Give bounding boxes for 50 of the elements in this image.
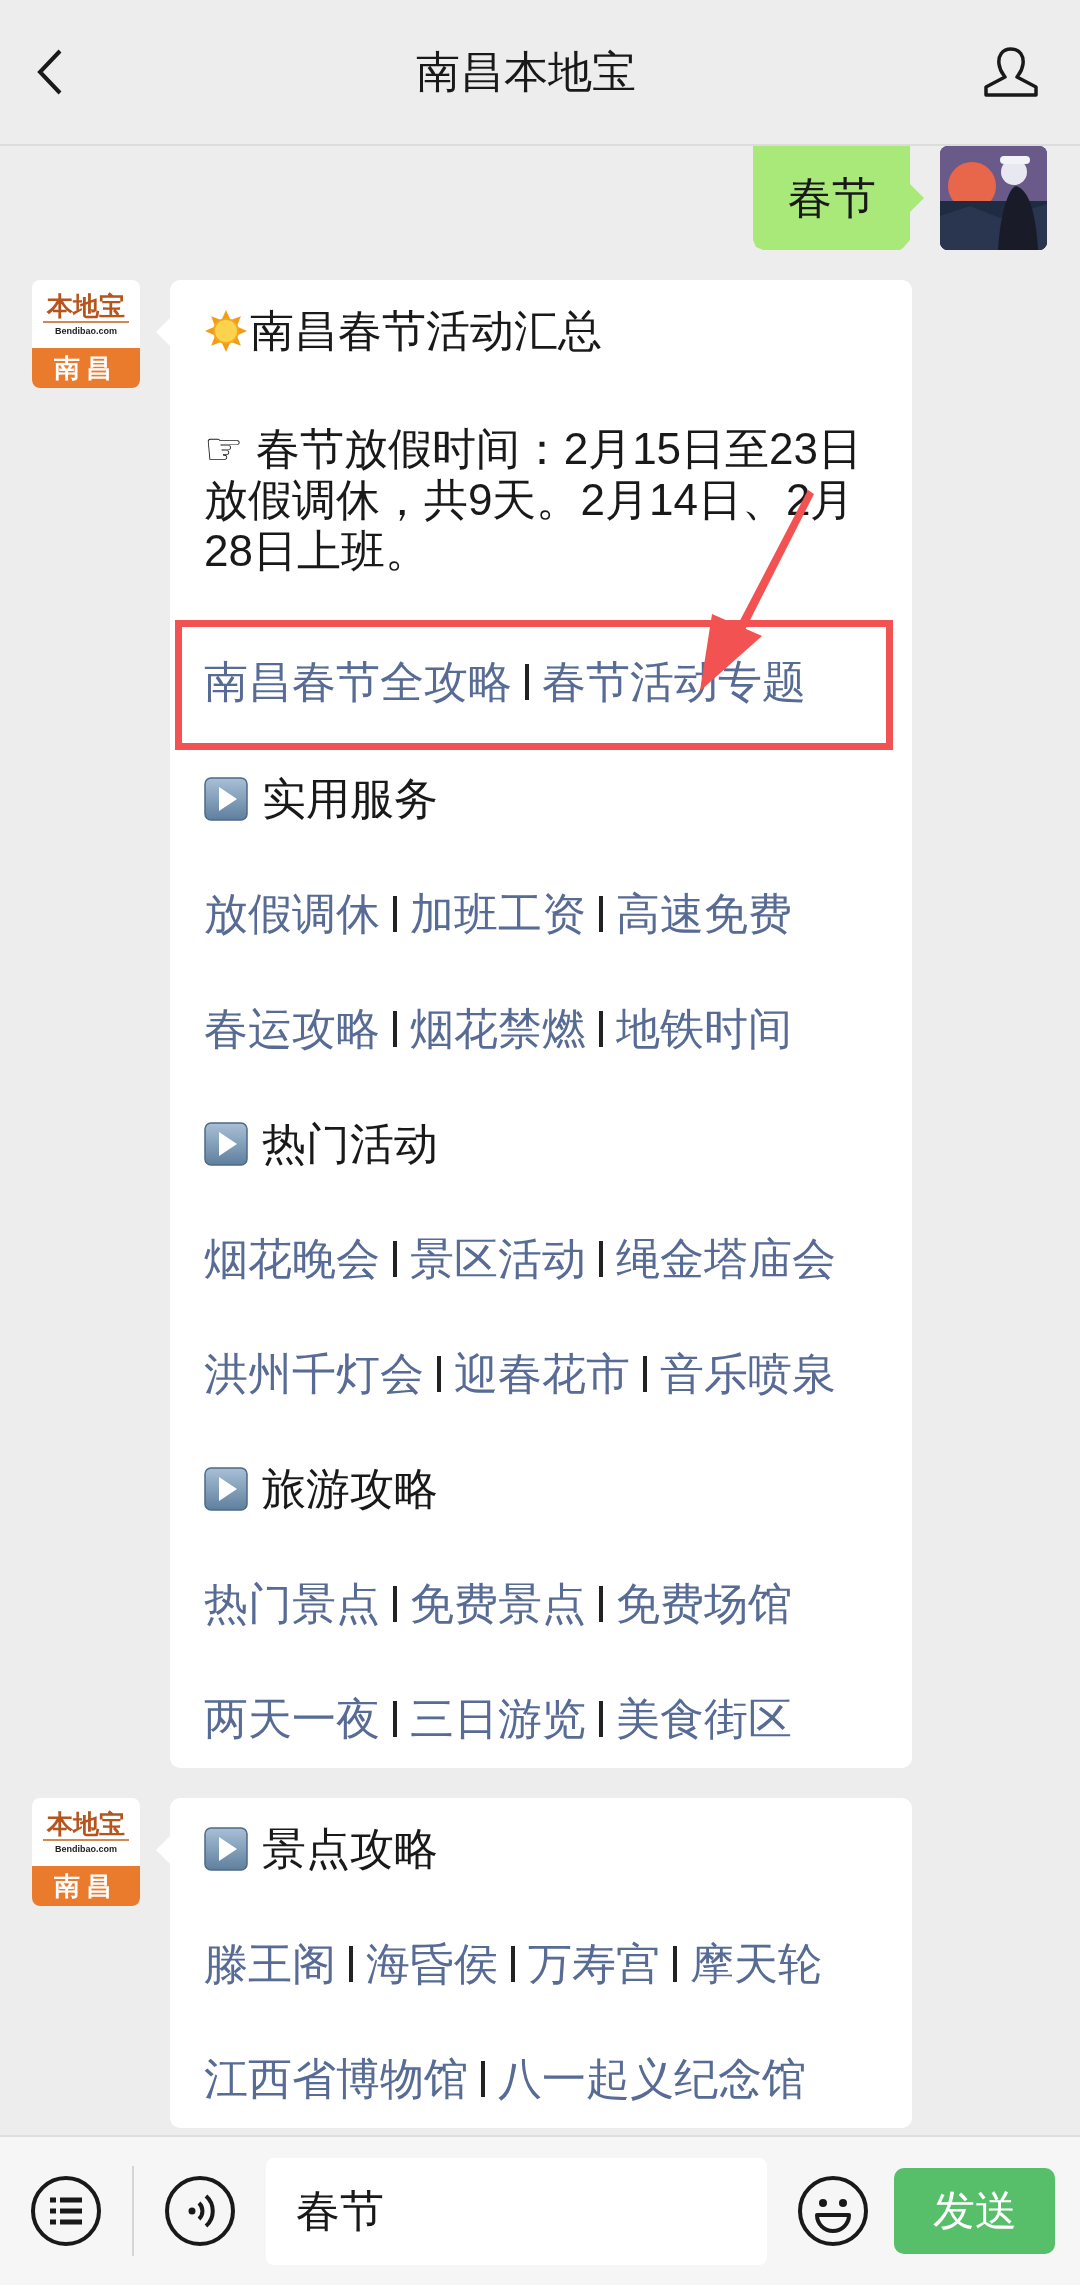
link[interactable]: 三日游览	[410, 1693, 586, 1745]
link[interactable]: 美食街区	[616, 1693, 792, 1745]
voice-icon[interactable]	[164, 2175, 236, 2247]
link[interactable]: 南昌春节全攻略	[204, 656, 512, 708]
link[interactable]: 烟花禁燃	[410, 1003, 586, 1055]
message-bubble: 春节	[753, 146, 924, 250]
profile-icon[interactable]	[982, 45, 1040, 99]
brand-logo[interactable]: 本地宝 Bendibao.com 南昌	[32, 1798, 140, 1906]
section-heading: 实用服务	[262, 773, 438, 825]
link[interactable]: 摩天轮	[690, 1938, 822, 1990]
link[interactable]: 放假调休	[204, 888, 380, 940]
link[interactable]: 高速免费	[616, 888, 792, 940]
section-heading: 热门活动	[262, 1118, 438, 1170]
section-heading: 景点攻略	[262, 1823, 438, 1875]
logo-city: 南昌	[32, 1866, 140, 1906]
link[interactable]: 江西省博物馆	[204, 2053, 468, 2105]
message-title: 南昌春节活动汇总	[250, 305, 602, 357]
message-input[interactable]: 春节	[266, 2157, 767, 2265]
link[interactable]: 热门景点	[204, 1578, 380, 1630]
section-heading: 旅游攻略	[262, 1463, 438, 1515]
logo-domain: Bendibao.com	[55, 325, 117, 336]
link[interactable]: 海昏侯	[366, 1938, 498, 1990]
link[interactable]: 加班工资	[410, 888, 586, 940]
link[interactable]: 洪州千灯会	[204, 1348, 424, 1400]
link[interactable]: 烟花晚会	[204, 1233, 380, 1285]
link[interactable]: 地铁时间	[616, 1003, 792, 1055]
link[interactable]: 春运攻略	[204, 1003, 380, 1055]
sun-icon	[204, 309, 248, 353]
logo-brand: 本地宝	[43, 1810, 129, 1841]
logo-brand: 本地宝	[43, 292, 129, 323]
emoji-icon[interactable]	[797, 2175, 869, 2247]
play-icon	[204, 1827, 248, 1871]
link[interactable]: 景区活动	[410, 1233, 586, 1285]
play-icon	[204, 777, 248, 821]
link[interactable]: 万寿宫	[528, 1938, 660, 1990]
brand-logo[interactable]: 本地宝 Bendibao.com 南昌	[32, 280, 140, 388]
link[interactable]: 八一起义纪念馆	[498, 2053, 806, 2105]
link[interactable]: 两天一夜	[204, 1693, 380, 1745]
link[interactable]: 免费场馆	[616, 1578, 792, 1630]
menu-icon[interactable]	[30, 2175, 102, 2247]
link[interactable]: 迎春花市	[454, 1348, 630, 1400]
link[interactable]: 免费景点	[410, 1578, 586, 1630]
logo-domain: Bendibao.com	[55, 1843, 117, 1854]
play-icon	[204, 1122, 248, 1166]
chat-title: 南昌本地宝	[416, 45, 636, 98]
play-icon	[204, 1467, 248, 1511]
link[interactable]: 音乐喷泉	[660, 1348, 836, 1400]
link[interactable]: 滕王阁	[204, 1938, 336, 1990]
link[interactable]: 绳金塔庙会	[616, 1233, 836, 1285]
logo-city: 南昌	[32, 348, 140, 388]
